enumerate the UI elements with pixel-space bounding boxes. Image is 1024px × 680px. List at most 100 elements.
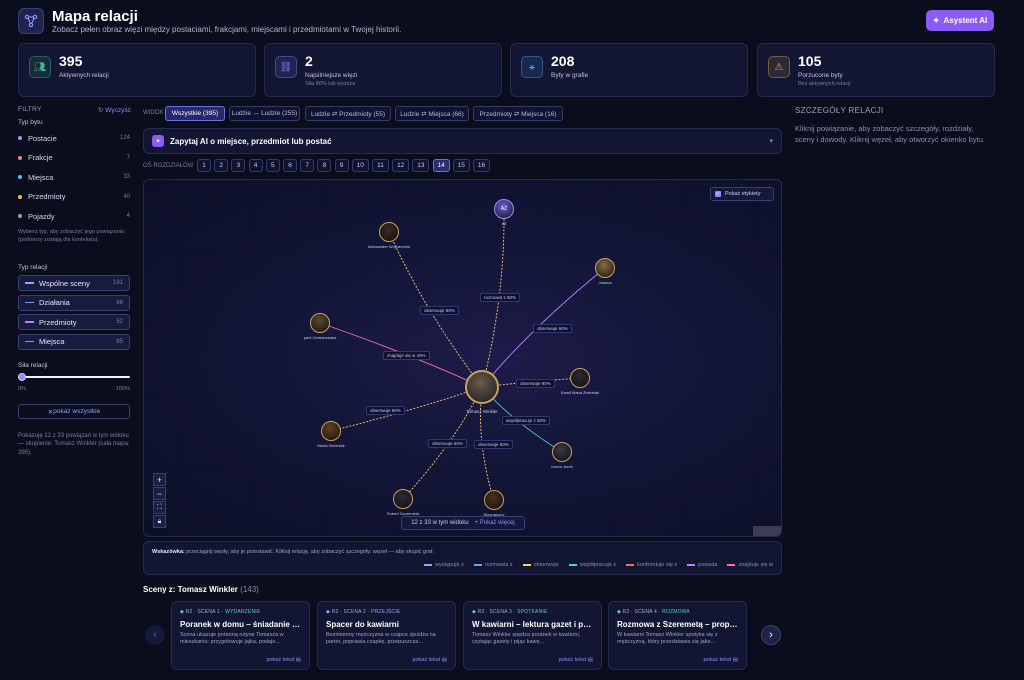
view-chip[interactable]: Wszystkie (395) <box>165 106 225 121</box>
edge-label[interactable]: znajduje się w 40% <box>383 351 430 360</box>
legend-label: współpracuje z <box>579 562 617 568</box>
type-filter-postacie[interactable]: Postacie 124 <box>18 131 130 145</box>
chapter-button[interactable]: 9 <box>334 159 349 172</box>
chapter-button[interactable]: 2 <box>214 159 229 172</box>
legend-hint-text: przeciągnij węzły, aby je przestawić. Kl… <box>184 549 435 555</box>
graph-legend: Wskazówka: przeciągnij węzły, aby je prz… <box>143 541 782 575</box>
show-more-button[interactable]: + Pokaż więcej <box>475 520 515 526</box>
stat-value: 395 <box>59 53 83 69</box>
graph-node[interactable] <box>595 258 615 278</box>
graph-node-center[interactable] <box>465 370 499 404</box>
type-filter-pojazdy[interactable]: Pojazdy 4 <box>18 209 130 223</box>
type-dot <box>18 194 22 199</box>
scene-title: Rozmowa z Szeremetą – propozy... <box>617 620 738 629</box>
show-text-link[interactable]: pokaż tekst ▤ <box>703 657 738 663</box>
scene-card[interactable]: ◆ R2 · SCENA 3 · SPOTKANIE W kawiarni – l… <box>463 601 602 670</box>
relation-label: Wspólne sceny <box>39 278 90 288</box>
chapter-button[interactable]: 5 <box>265 159 280 172</box>
edge-label[interactable]: obserwuje 50% <box>474 440 513 449</box>
chapter-button[interactable]: 8 <box>317 159 332 172</box>
graph-node[interactable] <box>393 489 413 509</box>
strength-heading: Siła relacji <box>18 362 48 369</box>
show-all-button[interactable]: ✕ pokaż wszystkie <box>18 404 130 419</box>
chapter-button[interactable]: 4 <box>248 159 263 172</box>
graph-edge[interactable] <box>330 386 483 432</box>
graph-footer: 12 z 33 w tym widoku + Pokaż więcej <box>401 516 525 530</box>
type-filter-frakcje[interactable]: Frakcje 7 <box>18 151 130 165</box>
relation-filter[interactable]: Miejsca 85 <box>18 333 130 350</box>
ask-ai-bar[interactable]: ✦ Zapytaj AI o miejsce, przedmiot lub po… <box>143 128 782 154</box>
document-icon: ▤ <box>294 657 301 663</box>
chapter-button[interactable]: 15 <box>452 159 470 172</box>
document-icon: ▤ <box>731 657 738 663</box>
graph-node[interactable] <box>379 222 399 242</box>
graph-node[interactable] <box>321 421 341 441</box>
relation-filter[interactable]: Działania 66 <box>18 294 130 311</box>
scene-card[interactable]: ◆ R2 · SCENA 2 · PRZEJŚCIE Spacer do kawi… <box>317 601 456 670</box>
type-label: Frakcje <box>28 153 53 162</box>
edge-label[interactable]: współpracuje z 60% <box>502 416 551 425</box>
graph-node[interactable] <box>552 442 572 462</box>
show-text-label: pokaż tekst <box>412 657 441 663</box>
edge-label[interactable]: obserwuje 50% <box>533 324 572 333</box>
strength-slider-thumb[interactable] <box>18 373 26 381</box>
chapter-button[interactable]: 14 <box>432 159 450 172</box>
scene-number: SCENA 1 <box>197 609 221 615</box>
view-chip[interactable]: Ludzie ⇄ Miejsca (66) <box>395 106 469 121</box>
strength-slider[interactable] <box>18 373 130 381</box>
view-chip[interactable]: Przedmioty ⇄ Miejsca (16) <box>473 106 563 121</box>
graph-node[interactable] <box>484 490 504 510</box>
view-chip[interactable]: Ludzie ↔ Ludzie (255) <box>229 106 300 121</box>
chapter-button[interactable]: 6 <box>283 159 297 172</box>
zoom-out-button[interactable]: − <box>153 487 166 500</box>
relation-filter[interactable]: Wspólne sceny 191 <box>18 275 130 291</box>
chapter-button[interactable]: 11 <box>372 159 389 172</box>
scenes-prev-button[interactable]: ‹ <box>145 625 165 645</box>
graph-node[interactable] <box>310 313 330 333</box>
users-icon: 👥︎ <box>29 56 51 78</box>
graph-count: 12 z 33 w tym widoku <box>411 520 469 526</box>
scene-title: Spacer do kawiarni <box>326 620 399 629</box>
edge-label[interactable]: obserwuje 80% <box>366 406 405 415</box>
edge-label[interactable]: obserwuje 60% <box>420 306 459 315</box>
app-logo <box>18 8 44 34</box>
scenes-next-button[interactable]: › <box>761 625 781 645</box>
relation-filter[interactable]: Przedmioty 52 <box>18 314 130 330</box>
chapter-button[interactable]: 13 <box>412 159 430 172</box>
chapter-button[interactable]: 7 <box>300 159 315 172</box>
graph-node[interactable] <box>570 368 590 388</box>
edge-label[interactable]: obserwuje 50% <box>428 439 467 448</box>
legend-item: posiada <box>687 562 717 568</box>
chapter-button[interactable]: 1 <box>197 159 211 172</box>
scene-card[interactable]: ◆ R2 · SCENA 4 · ROZMOWA Rozmowa z Szerem… <box>608 601 747 670</box>
legend-label: obserwuje <box>533 562 559 568</box>
lock-icon[interactable]: 🔒︎ <box>153 515 166 528</box>
graph-node-label: Kamil Maria Zieleniak <box>560 390 600 395</box>
show-text-link[interactable]: pokaż tekst ▤ <box>412 657 447 663</box>
type-filter-miejsca[interactable]: Miejsca 33 <box>18 170 130 184</box>
chapter-button[interactable]: 3 <box>231 159 246 172</box>
edge-label[interactable]: obserwuje 90% <box>516 379 555 388</box>
show-text-link[interactable]: pokaż tekst ▤ <box>266 657 301 663</box>
relation-graph[interactable]: Tomasz Winkler Aleksander Wojciechów AZ AZ J… <box>143 179 782 537</box>
show-text-link[interactable]: pokaż tekst ▤ <box>558 657 593 663</box>
ai-assistant-button[interactable]: ✦ Asystent AI <box>926 10 994 31</box>
view-chip[interactable]: Ludzie ⇄ Przedmioty (55) <box>305 106 391 121</box>
chapter-button[interactable]: 16 <box>473 159 490 172</box>
show-labels-toggle[interactable]: ✓ Pokaż etykiety <box>710 187 774 201</box>
relation-line <box>25 340 34 343</box>
graph-node[interactable]: AZ <box>494 199 514 219</box>
legend-label: posiada <box>698 562 718 568</box>
chapter-button[interactable]: 10 <box>351 159 369 172</box>
clear-filters-button[interactable]: ↻ Wyczyść <box>98 106 131 114</box>
type-filter-przedmioty[interactable]: Przedmioty 40 <box>18 190 130 204</box>
scene-card[interactable]: ◆ R2 · SCENA 1 · WYDARZENIE Poranek w dom… <box>171 601 310 670</box>
minimap[interactable] <box>753 526 781 536</box>
chapter-button[interactable]: 12 <box>392 159 410 172</box>
scene-chapter: R2 <box>477 609 485 615</box>
scenes-title-text: Sceny z: Tomasz Winkler <box>143 585 238 594</box>
edge-label[interactable]: rozmowa z 60% <box>480 293 521 302</box>
fit-view-button[interactable]: ⛶ <box>153 501 166 514</box>
details-text: Kliknij powiązanie, aby zobaczyć szczegó… <box>795 124 985 144</box>
zoom-in-button[interactable]: + <box>153 473 166 486</box>
